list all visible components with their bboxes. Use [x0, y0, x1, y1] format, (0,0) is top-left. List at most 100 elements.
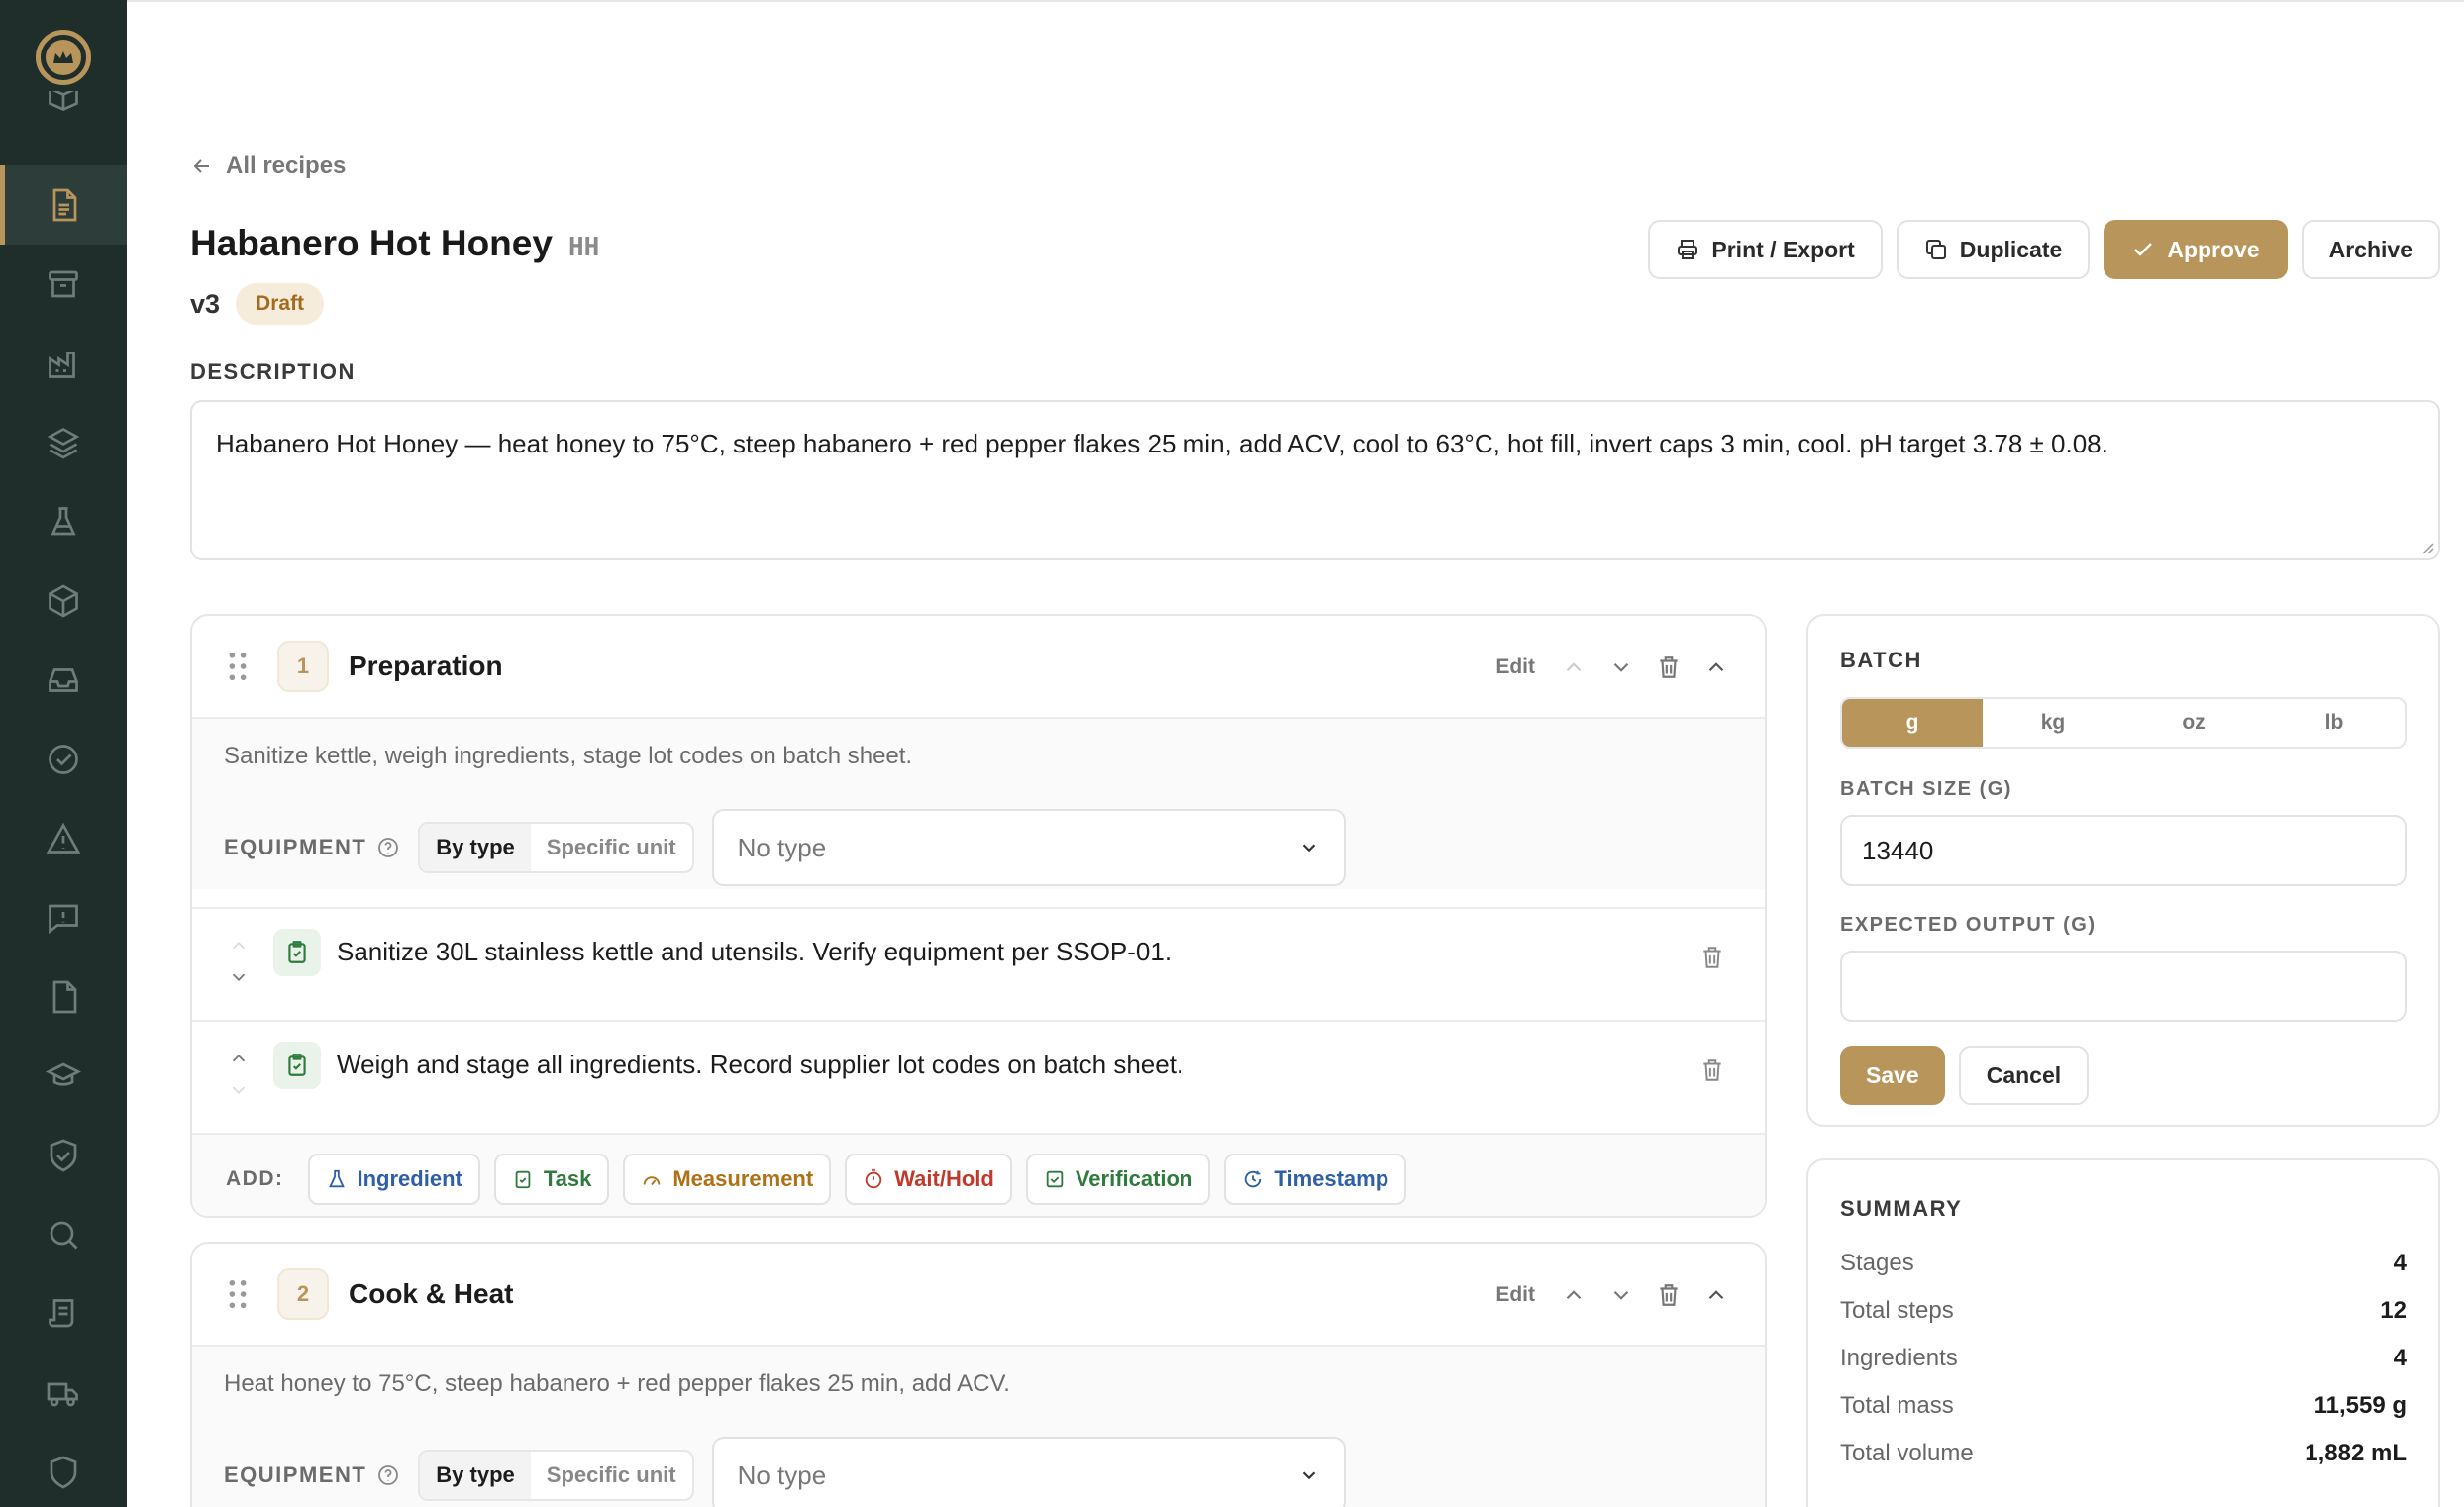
back-link[interactable]: All recipes: [190, 152, 346, 180]
resize-handle-icon[interactable]: [2420, 541, 2434, 554]
trash-icon[interactable]: [1699, 945, 1725, 970]
layers-icon: [47, 427, 80, 459]
add-wait-hold-button[interactable]: Wait/Hold: [845, 1154, 1012, 1205]
stage-title: Cook & Heat: [349, 1278, 514, 1309]
timer-icon: [865, 1168, 882, 1189]
step-down-icon[interactable]: [228, 966, 250, 988]
description-textarea[interactable]: Habanero Hot Honey — heat honey to 75°C,…: [190, 400, 2440, 560]
equipment-type-select[interactable]: No type: [711, 809, 1346, 886]
drag-handle-icon[interactable]: [228, 1279, 248, 1309]
approve-button[interactable]: Approve: [2104, 220, 2288, 279]
nav-item-inbox[interactable]: [0, 641, 127, 720]
step-row: Sanitize 30L stainless kettle and utensi…: [192, 907, 1765, 1020]
stage-edit-button[interactable]: Edit: [1495, 1283, 1535, 1307]
cube-icon: [49, 584, 78, 618]
stage-edit-button[interactable]: Edit: [1495, 655, 1535, 679]
nav-item-inventory[interactable]: [0, 91, 127, 131]
stage-body: Heat honey to 75°C, steep habanero + red…: [192, 1347, 1765, 1507]
status-badge: Draft: [236, 283, 325, 325]
shield-check-icon: [50, 1139, 77, 1172]
collapse-icon[interactable]: [1703, 654, 1729, 680]
step-text[interactable]: Sanitize 30L stainless kettle and utensi…: [337, 929, 1172, 967]
move-down-icon[interactable]: [1608, 1282, 1634, 1308]
specific-unit-option[interactable]: Specific unit: [531, 1452, 692, 1499]
nav-item-training[interactable]: [0, 1037, 127, 1116]
step-up-icon[interactable]: [228, 935, 250, 956]
equipment-mode-toggle: By type Specific unit: [418, 1450, 694, 1501]
unit-option-g[interactable]: g: [1842, 699, 1983, 747]
step-down-icon[interactable]: [228, 1079, 250, 1101]
inbox-icon: [49, 668, 78, 692]
duplicate-label: Duplicate: [1959, 236, 2063, 262]
move-up-icon[interactable]: [1561, 1282, 1587, 1308]
stage-card: 2 Cook & Heat Edit Heat honey to 75°C, s…: [190, 1242, 1767, 1507]
stage-description: Heat honey to 75°C, steep habanero + red…: [224, 1370, 1010, 1397]
archive-button[interactable]: Archive: [2301, 220, 2440, 279]
truck-icon: [47, 1382, 78, 1407]
nav-item-recipes[interactable]: [0, 165, 127, 245]
nav-item-compliance[interactable]: [0, 1116, 127, 1195]
stage-header: 1 Preparation Edit: [192, 616, 1765, 719]
summary-title: SUMMARY: [1840, 1196, 1963, 1221]
cancel-button[interactable]: Cancel: [1958, 1046, 2090, 1105]
add-wait-hold-label: Wait/Hold: [894, 1166, 994, 1191]
stage-controls: Edit: [1495, 616, 1729, 719]
nav-item-logs[interactable]: [0, 1274, 127, 1354]
chevron-down-icon: [1302, 1471, 1315, 1480]
approve-label: Approve: [2167, 236, 2260, 262]
batch-size-input[interactable]: 13440: [1840, 815, 2407, 886]
step-up-icon[interactable]: [228, 1048, 250, 1069]
unit-option-lb[interactable]: lb: [2264, 699, 2405, 747]
equipment-label-text: EQUIPMENT: [224, 1462, 367, 1487]
add-task-button[interactable]: Task: [493, 1154, 610, 1205]
move-up-icon[interactable]: [1561, 654, 1587, 680]
by-type-option[interactable]: By type: [420, 824, 531, 871]
by-type-option[interactable]: By type: [420, 1452, 531, 1499]
specific-unit-option[interactable]: Specific unit: [531, 824, 692, 871]
unit-option-kg[interactable]: kg: [1983, 699, 2123, 747]
nav-item-search[interactable]: [0, 1195, 127, 1274]
equipment-label: EQUIPMENT: [224, 835, 400, 860]
nav-item-lab[interactable]: [0, 482, 127, 561]
drag-handle-icon[interactable]: [228, 652, 248, 681]
file-icon: [52, 980, 77, 1014]
stage-controls: Edit: [1495, 1244, 1729, 1347]
nav-item-security[interactable]: [0, 1433, 127, 1507]
add-verification-label: Verification: [1075, 1166, 1193, 1191]
task-icon: [273, 1042, 321, 1089]
step-text[interactable]: Weigh and stage all ingredients. Record …: [337, 1042, 1183, 1080]
nav-item-archive[interactable]: [0, 245, 127, 324]
duplicate-button[interactable]: Duplicate: [1896, 220, 2091, 279]
help-icon[interactable]: [376, 1463, 400, 1487]
nav-item-production[interactable]: [0, 324, 127, 403]
brand-logo[interactable]: [36, 30, 91, 85]
message-alert-icon: [49, 904, 78, 935]
trash-icon[interactable]: [1656, 1282, 1682, 1308]
expected-output-input[interactable]: [1840, 951, 2407, 1022]
print-export-button[interactable]: Print / Export: [1648, 220, 1883, 279]
alert-triangle-icon: [46, 822, 81, 854]
unit-option-oz[interactable]: oz: [2123, 699, 2264, 747]
nav-item-approvals[interactable]: [0, 720, 127, 799]
trash-icon[interactable]: [1656, 654, 1682, 680]
save-button[interactable]: Save: [1840, 1046, 1945, 1105]
nav-item-layers[interactable]: [0, 403, 127, 482]
add-verification-button[interactable]: Verification: [1025, 1154, 1211, 1205]
trash-icon[interactable]: [1699, 1057, 1725, 1083]
nav-item-products[interactable]: [0, 561, 127, 641]
add-measurement-button[interactable]: Measurement: [623, 1154, 832, 1205]
nav-item-documents[interactable]: [0, 957, 127, 1037]
nav-item-alerts[interactable]: [0, 799, 127, 878]
nav-item-shipping[interactable]: [0, 1354, 127, 1433]
collapse-icon[interactable]: [1703, 1282, 1729, 1308]
nav-item-issues[interactable]: [0, 878, 127, 957]
add-ingredient-button[interactable]: Ingredient: [307, 1154, 480, 1205]
step-row: Weigh and stage all ingredients. Record …: [192, 1020, 1765, 1133]
step-reorder: [228, 935, 252, 988]
help-icon[interactable]: [376, 836, 400, 859]
back-link-label: All recipes: [226, 152, 347, 179]
move-down-icon[interactable]: [1608, 654, 1634, 680]
add-timestamp-button[interactable]: Timestamp: [1224, 1154, 1407, 1205]
archive-icon: [49, 270, 78, 298]
equipment-type-select[interactable]: No type: [711, 1437, 1346, 1507]
